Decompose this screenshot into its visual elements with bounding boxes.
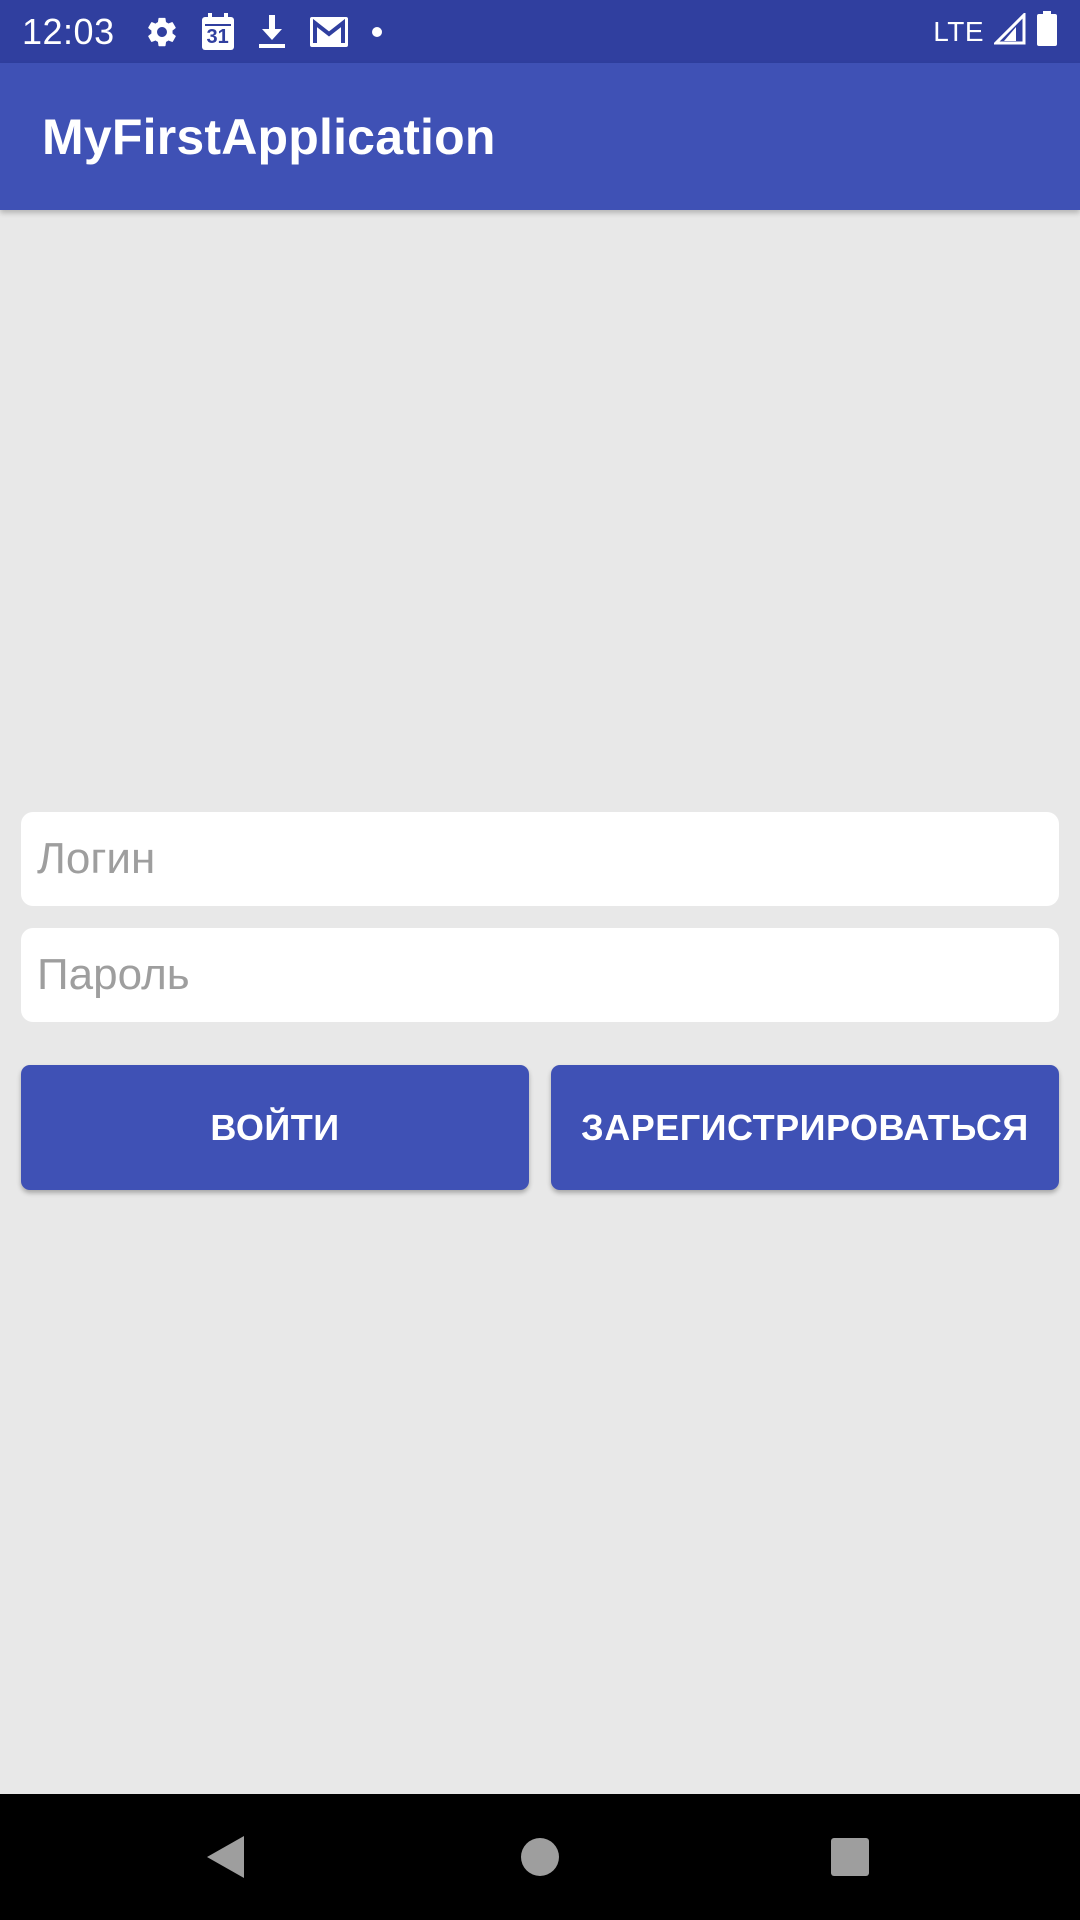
- home-button[interactable]: [505, 1794, 575, 1920]
- password-input[interactable]: [21, 928, 1059, 1022]
- status-time: 12:03: [22, 10, 115, 52]
- login-input[interactable]: [21, 812, 1059, 906]
- battery-icon: [1036, 11, 1058, 52]
- download-icon: [257, 14, 287, 49]
- recent-apps-button[interactable]: [815, 1794, 885, 1920]
- home-icon: [521, 1838, 559, 1876]
- app-bar: MyFirstApplication: [0, 63, 1080, 210]
- calendar-icon: 31: [201, 12, 235, 51]
- login-button[interactable]: ВОЙТИ: [21, 1065, 529, 1190]
- status-system-icons: LTE: [933, 11, 1058, 52]
- network-type: LTE: [933, 15, 984, 47]
- settings-icon: [145, 15, 179, 49]
- navigation-bar: [0, 1794, 1080, 1920]
- gmail-icon: [309, 16, 349, 48]
- screen: 12:03 31 LTE MyFirstApplication Логин ВО…: [0, 0, 1080, 1920]
- app-title: MyFirstApplication: [42, 108, 496, 165]
- signal-icon: [992, 11, 1026, 50]
- back-icon: [207, 1836, 244, 1878]
- calendar-day: 31: [206, 25, 229, 48]
- register-button[interactable]: ЗАРЕГИСТРИРОВАТЬСЯ: [551, 1065, 1059, 1190]
- status-bar: 12:03 31 LTE: [0, 0, 1080, 63]
- back-button[interactable]: [190, 1794, 260, 1920]
- status-notification-icons: 31: [145, 12, 383, 51]
- notification-dot-icon: [371, 26, 383, 38]
- recent-apps-icon: [831, 1838, 869, 1876]
